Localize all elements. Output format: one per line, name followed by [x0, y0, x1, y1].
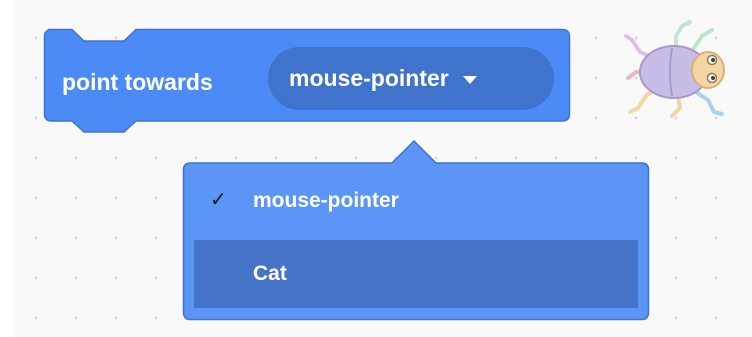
canvas-left-edge	[0, 0, 14, 337]
menu-item-mouse-pointer[interactable]: ✓ mouse-pointer	[194, 167, 638, 235]
point-towards-label: point towards	[62, 69, 213, 95]
target-dropdown[interactable]: mouse-pointer	[268, 47, 554, 110]
beetle-icon	[624, 20, 725, 118]
menu-item-label: mouse-pointer	[253, 189, 399, 212]
menu-item-label: Cat	[253, 262, 287, 285]
menu-item-cat[interactable]: Cat	[194, 240, 638, 308]
checkmark-icon: ✓	[210, 187, 227, 211]
caret-down-icon	[462, 75, 477, 84]
target-dropdown-value: mouse-pointer	[289, 65, 449, 91]
